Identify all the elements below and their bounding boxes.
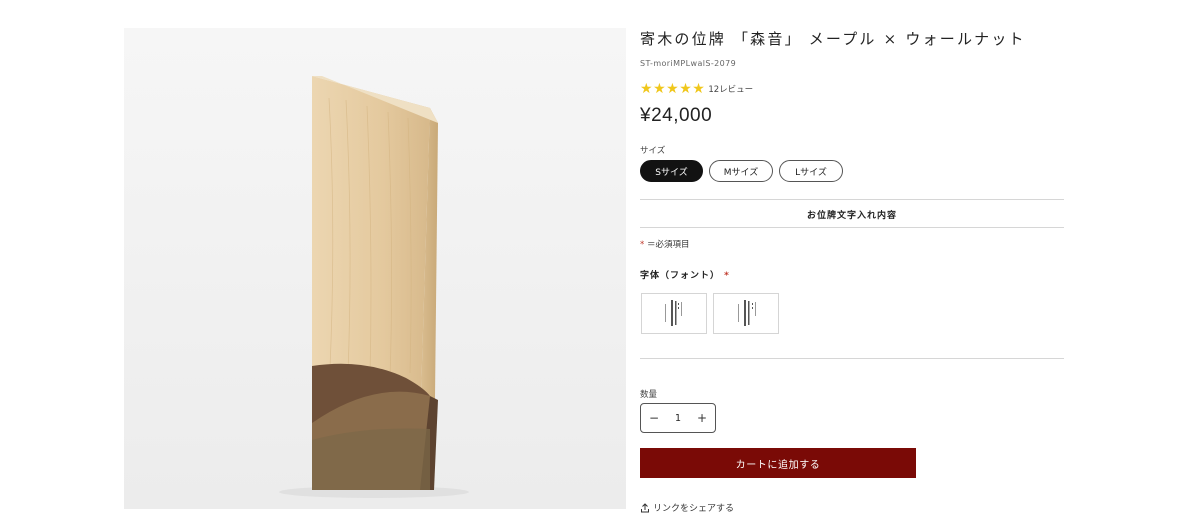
size-label: サイズ	[640, 146, 666, 156]
quantity-label: 数量	[640, 390, 658, 400]
size-option-m[interactable]: Mサイズ	[709, 160, 773, 182]
size-option-l[interactable]: Lサイズ	[779, 160, 843, 182]
font-option-1[interactable]	[641, 293, 707, 334]
product-price: ¥24,000	[640, 105, 713, 126]
add-to-cart-button[interactable]: カートに追加する	[640, 448, 916, 478]
font-options	[641, 293, 785, 334]
review-count-link[interactable]: 12レビュー	[708, 83, 753, 95]
share-label: リンクをシェアする	[653, 504, 735, 514]
divider	[640, 199, 1064, 200]
size-option-s[interactable]: Sサイズ	[640, 160, 703, 182]
star-icon: ★	[692, 81, 705, 97]
required-marker: *	[724, 271, 730, 281]
star-icon: ★	[640, 81, 653, 97]
product-image	[124, 28, 626, 509]
font-sample-image	[738, 299, 756, 326]
divider	[640, 227, 1064, 228]
quantity-stepper: − 1 +	[640, 403, 716, 433]
quantity-decrease-button[interactable]: −	[641, 404, 667, 432]
star-icon: ★	[666, 81, 679, 97]
required-marker: *	[640, 240, 645, 250]
font-label-text: 字体（フォント）	[640, 271, 721, 281]
required-note-text: ＝必須項目	[646, 240, 690, 250]
star-icon: ★	[653, 81, 666, 97]
quantity-input[interactable]: 1	[668, 413, 688, 424]
size-options: Sサイズ Mサイズ Lサイズ	[640, 160, 849, 182]
font-sample-image	[665, 299, 682, 326]
required-note: * ＝必須項目	[640, 238, 689, 250]
font-label: 字体（フォント） *	[640, 268, 730, 281]
product-sku: ST-moriMPLwalS-2079	[640, 59, 737, 68]
product-photo	[124, 28, 626, 509]
inscription-heading: お位牌文字入れ内容	[806, 211, 897, 221]
share-link[interactable]: リンクをシェアする	[640, 501, 734, 514]
quantity-increase-button[interactable]: +	[689, 404, 715, 432]
product-rating[interactable]: ★ ★ ★ ★ ★ 12レビュー	[640, 82, 753, 96]
share-icon	[641, 502, 649, 512]
font-option-2[interactable]	[713, 293, 779, 334]
divider	[640, 358, 1064, 359]
star-icon: ★	[679, 81, 692, 97]
product-title: 寄木の位牌 「森音」 メープル × ウォールナット	[640, 30, 1026, 48]
